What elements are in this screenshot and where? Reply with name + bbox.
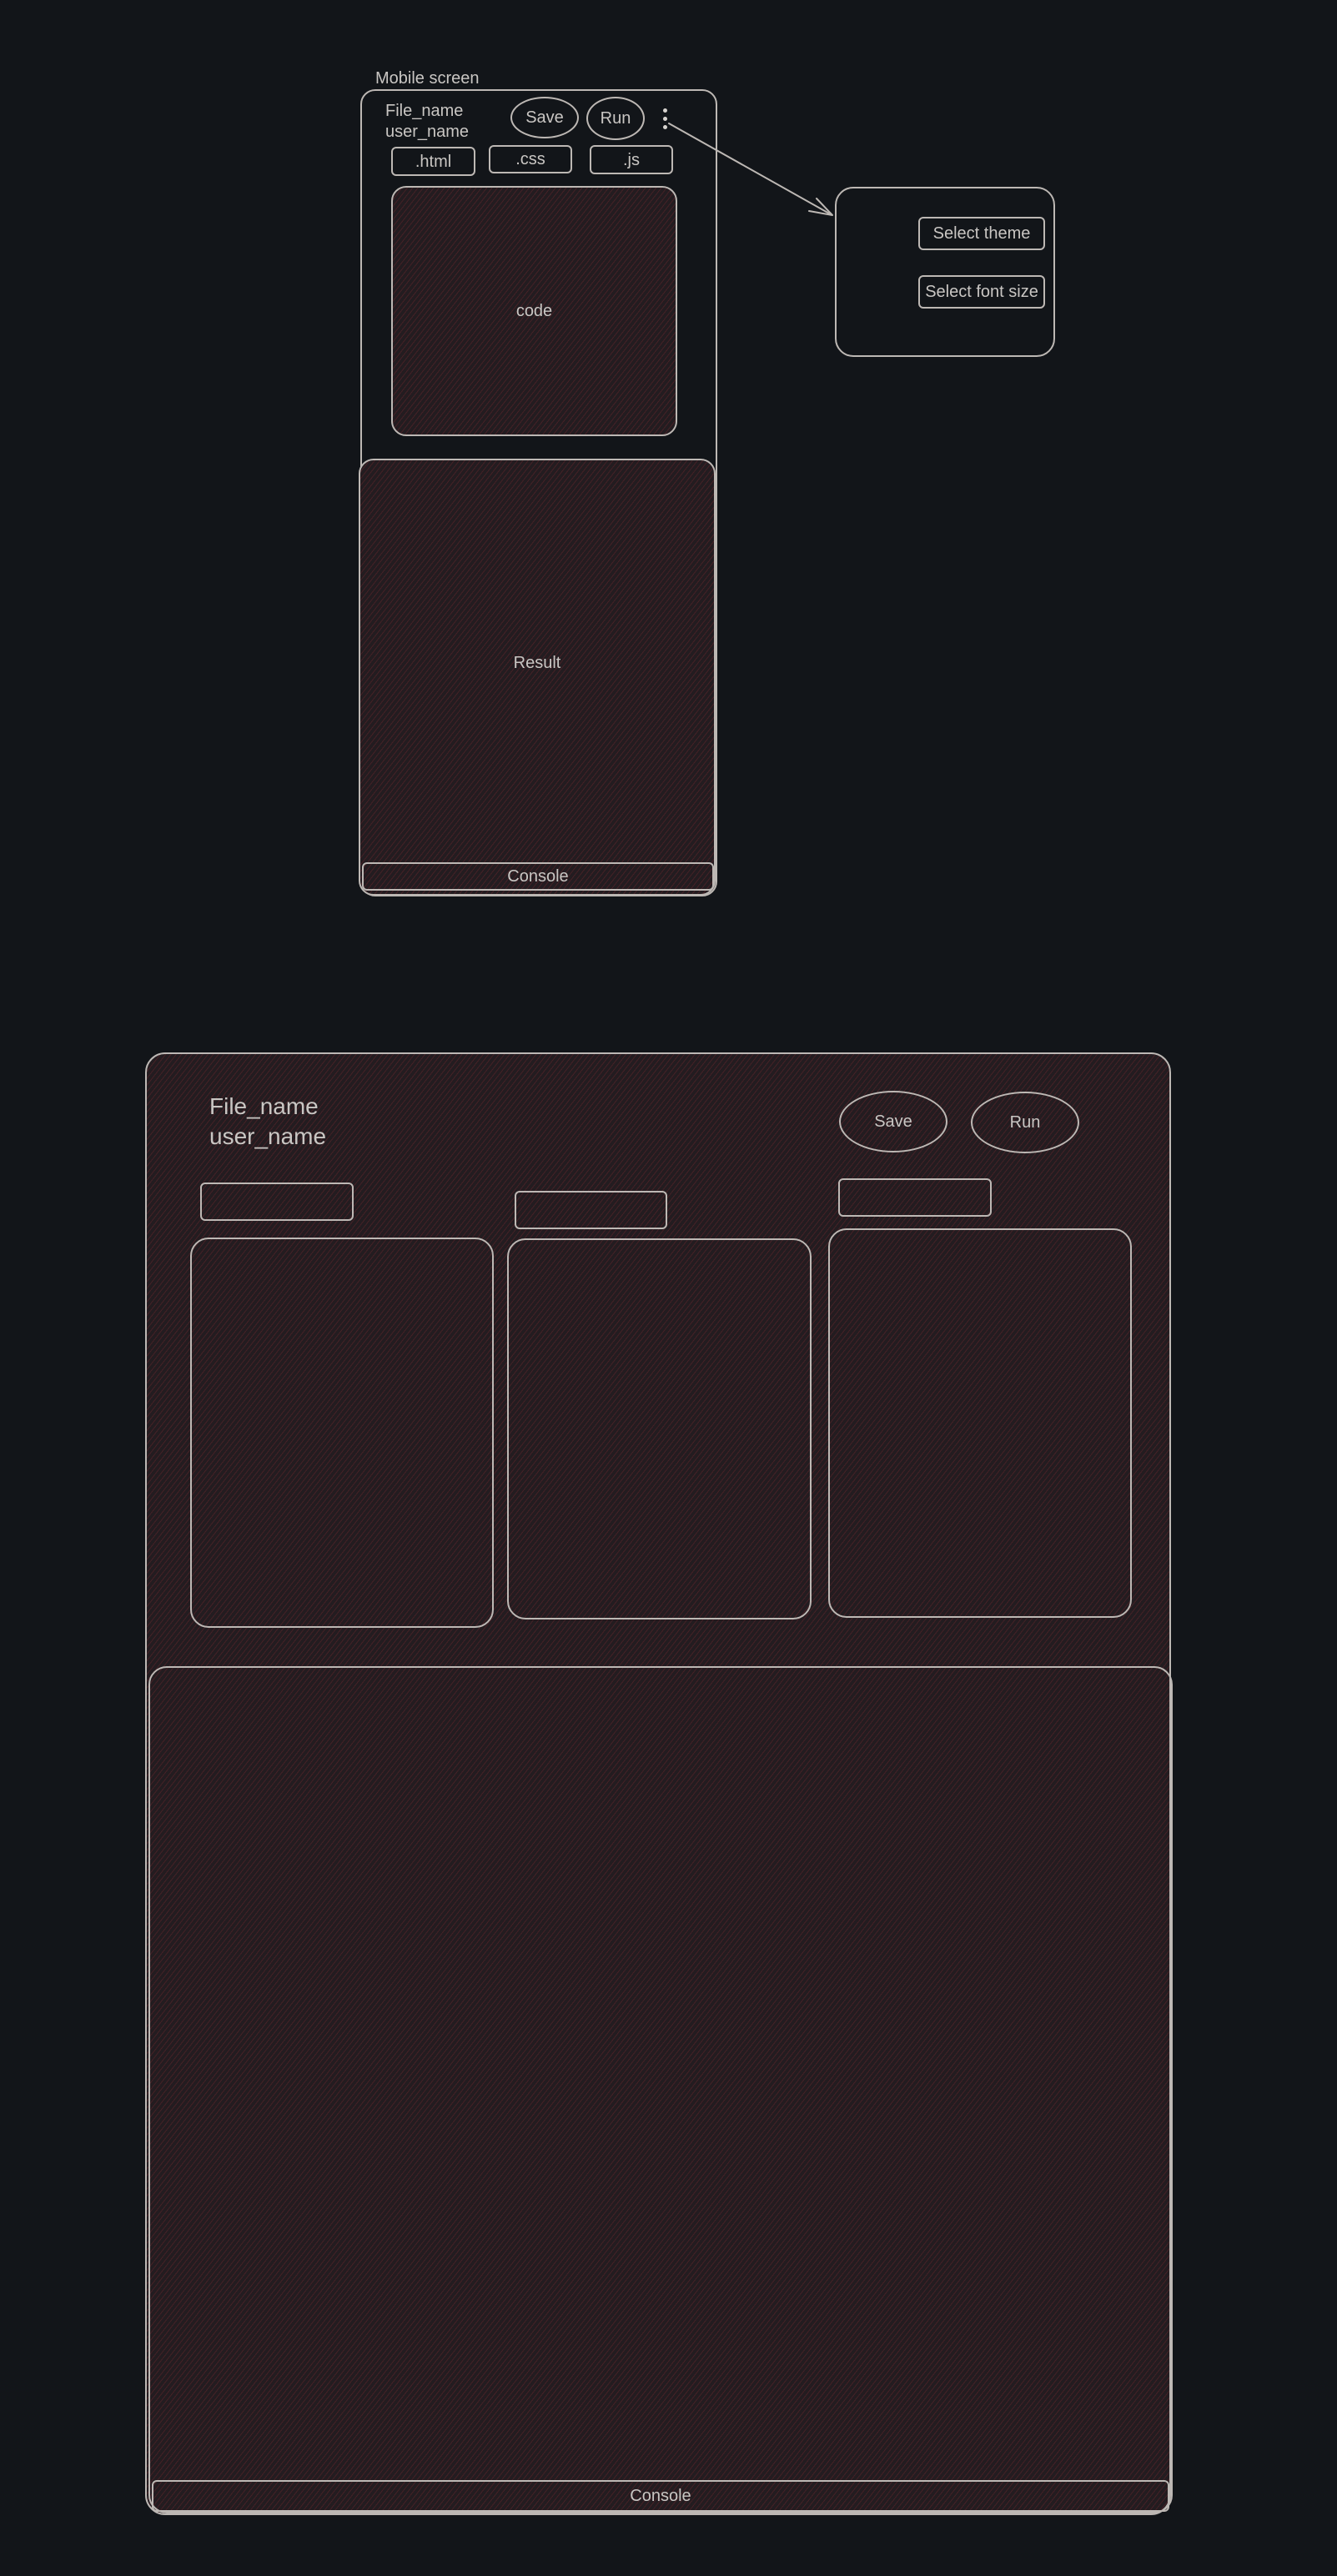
- mobile-code-editor[interactable]: code: [391, 186, 677, 436]
- desktop-run-button[interactable]: Run: [971, 1092, 1079, 1153]
- desktop-tab-2[interactable]: [515, 1191, 667, 1229]
- desktop-user-name: user_name: [209, 1123, 327, 1149]
- desktop-editor-3[interactable]: [828, 1228, 1132, 1618]
- desktop-result-panel: Console: [148, 1666, 1173, 2513]
- mobile-user-name: user_name: [385, 123, 470, 141]
- desktop-tab-3[interactable]: [838, 1178, 992, 1217]
- desktop-editor-1[interactable]: [190, 1238, 494, 1628]
- desktop-console[interactable]: Console: [152, 2480, 1169, 2512]
- tab-html[interactable]: .html: [391, 147, 475, 176]
- mobile-result-label: Result: [513, 654, 561, 672]
- tab-js[interactable]: .js: [590, 145, 673, 174]
- desktop-editor-2[interactable]: [507, 1238, 812, 1619]
- mobile-result-panel: Result Console: [359, 459, 716, 896]
- select-theme-button[interactable]: Select theme: [918, 217, 1045, 250]
- select-font-size-button[interactable]: Select font size: [918, 275, 1045, 309]
- desktop-tab-1[interactable]: [200, 1183, 354, 1221]
- mobile-caption: Mobile screen: [375, 69, 480, 88]
- mobile-file-name: File_name: [385, 102, 464, 120]
- vertical-ellipsis-icon[interactable]: [661, 108, 671, 132]
- tab-css[interactable]: .css: [489, 145, 572, 173]
- desktop-save-button[interactable]: Save: [839, 1091, 947, 1152]
- mobile-run-button[interactable]: Run: [586, 97, 645, 140]
- mobile-console[interactable]: Console: [362, 862, 714, 891]
- mobile-save-button[interactable]: Save: [510, 97, 579, 138]
- desktop-file-name: File_name: [209, 1093, 319, 1119]
- settings-menu: Select theme Select font size: [835, 187, 1055, 357]
